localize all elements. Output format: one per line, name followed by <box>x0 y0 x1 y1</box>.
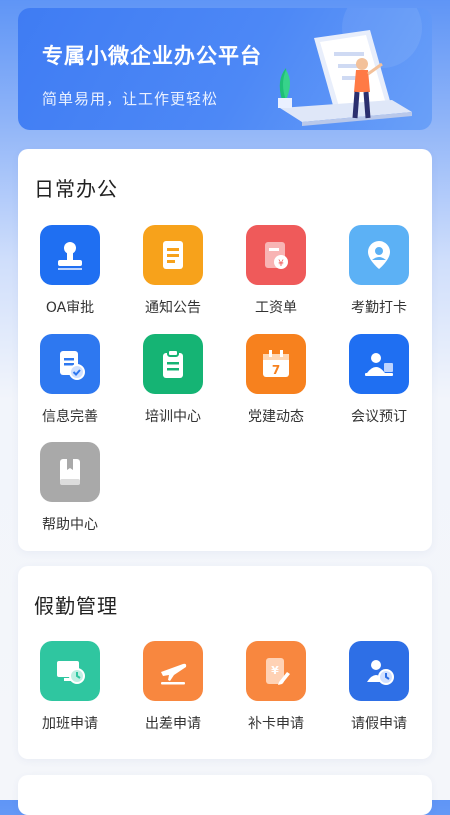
grid-item-label: 加班申请 <box>42 716 98 732</box>
svg-text:¥: ¥ <box>271 664 279 677</box>
calendar-icon: 7 <box>246 334 306 394</box>
grid-item-label: 信息完善 <box>42 409 98 425</box>
grid-item-label: OA审批 <box>45 300 95 316</box>
grid-item-label: 培训中心 <box>145 409 201 425</box>
grid-item-label: 出差申请 <box>145 716 201 732</box>
meeting-icon <box>349 334 409 394</box>
grid-item-label: 考勤打卡 <box>351 300 407 316</box>
promo-banner[interactable]: 专属小微企业办公平台 简单易用，让工作更轻松 <box>18 8 432 130</box>
location-icon <box>349 225 409 285</box>
overtime-icon <box>40 641 100 701</box>
grid-item-label: 通知公告 <box>145 300 201 316</box>
info-check-icon <box>40 334 100 394</box>
daily-office-section: 日常办公 OA审批 通知公告 ¥ 工资单 考勤打卡 信息完善 培训中心 7 党建… <box>18 149 432 551</box>
grid-item-training[interactable]: 培训中心 <box>121 334 225 426</box>
grid-item-info-complete[interactable]: 信息完善 <box>18 334 122 426</box>
grid-item-attendance[interactable]: 考勤打卡 <box>327 225 431 317</box>
office-illustration <box>278 8 422 126</box>
grid-item-overtime[interactable]: 加班申请 <box>18 641 122 733</box>
grid-item-business-trip[interactable]: 出差申请 <box>121 641 225 733</box>
salary-icon: ¥ <box>246 225 306 285</box>
leave-icon <box>349 641 409 701</box>
svg-text:¥: ¥ <box>278 259 284 269</box>
next-section-card <box>18 775 432 815</box>
grid-item-party-news[interactable]: 7 党建动态 <box>224 334 328 426</box>
grid-item-oa-approval[interactable]: OA审批 <box>18 225 122 317</box>
banner-title: 专属小微企业办公平台 <box>42 44 262 68</box>
section-title: 日常办公 <box>34 177 118 201</box>
grid-item-notice[interactable]: 通知公告 <box>121 225 225 317</box>
grid-item-card-supplement[interactable]: ¥ 补卡申请 <box>224 641 328 733</box>
plane-icon <box>143 641 203 701</box>
svg-text:7: 7 <box>272 363 280 377</box>
grid-item-label: 党建动态 <box>248 409 304 425</box>
notice-icon <box>143 225 203 285</box>
leave-management-section: 假勤管理 加班申请 出差申请 ¥ 补卡申请 请假申请 <box>18 566 432 759</box>
book-icon <box>40 442 100 502</box>
clipboard-icon <box>143 334 203 394</box>
grid-item-meeting-booking[interactable]: 会议预订 <box>327 334 431 426</box>
grid-item-help-center[interactable]: 帮助中心 <box>18 442 122 534</box>
grid-item-label: 请假申请 <box>351 716 407 732</box>
banner-subtitle: 简单易用，让工作更轻松 <box>42 90 219 108</box>
stamp-icon <box>40 225 100 285</box>
section-title: 假勤管理 <box>34 594 118 618</box>
grid-item-label: 工资单 <box>255 300 297 316</box>
grid-item-salary[interactable]: ¥ 工资单 <box>224 225 328 317</box>
grid-item-label: 补卡申请 <box>248 716 304 732</box>
grid-item-label: 帮助中心 <box>42 517 98 533</box>
grid-item-label: 会议预订 <box>351 409 407 425</box>
grid-item-leave[interactable]: 请假申请 <box>327 641 431 733</box>
card-edit-icon: ¥ <box>246 641 306 701</box>
